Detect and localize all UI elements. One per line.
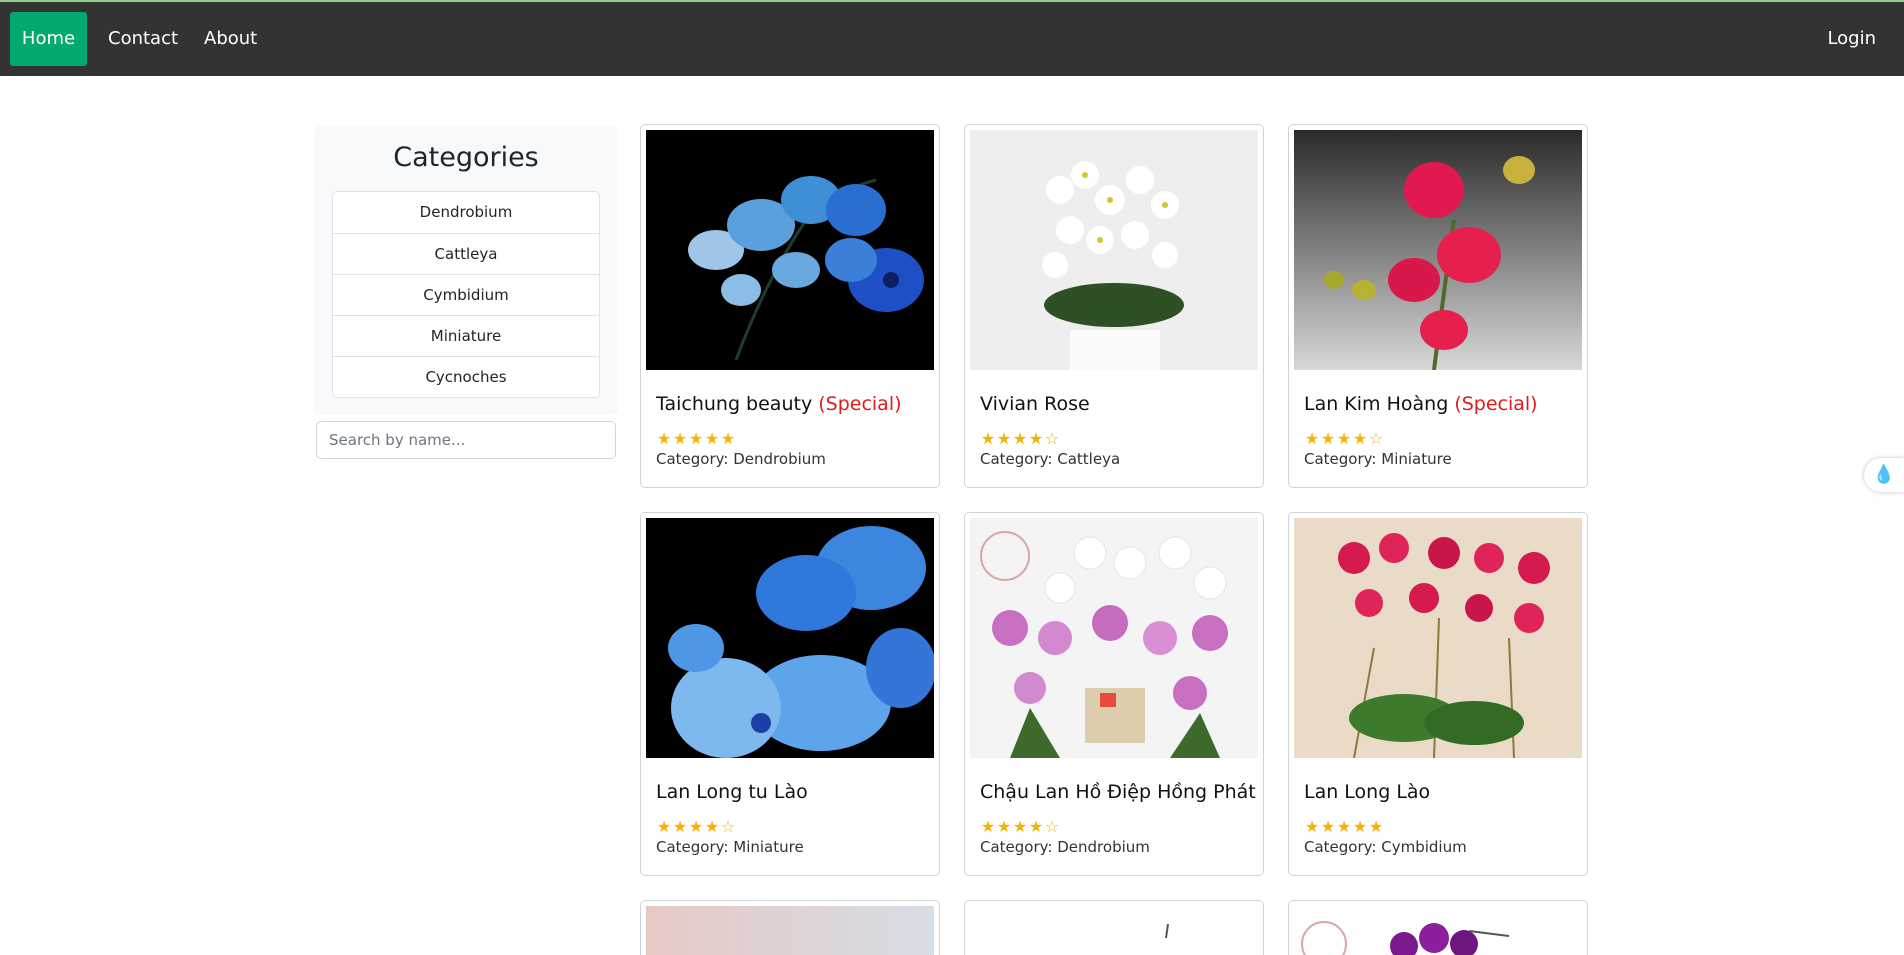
star-full-icon: ★ xyxy=(1028,817,1044,836)
star-full-icon: ★ xyxy=(996,429,1012,448)
product-card[interactable]: Lan Long tu Lào ★ ★ ★ ★ ☆ Category: Miniatur… xyxy=(640,512,940,876)
product-card[interactable] xyxy=(640,900,940,955)
product-image[interactable] xyxy=(646,518,934,758)
star-full-icon: ★ xyxy=(980,817,996,836)
product-title[interactable]: Lan Long Lào xyxy=(1304,781,1430,803)
star-full-icon: ★ xyxy=(656,817,672,836)
product-category: Category: Cattleya xyxy=(980,450,1121,468)
product-image[interactable] xyxy=(970,130,1258,370)
star-full-icon: ★ xyxy=(1304,429,1320,448)
navbar: Home Contact About Login xyxy=(0,2,1904,76)
product-title[interactable]: Taichung beauty (Special) xyxy=(656,393,902,415)
product-name[interactable]: Chậu Lan Hồ Điệp Hồng Phát xyxy=(980,781,1256,803)
product-image[interactable] xyxy=(970,906,1258,955)
rating-stars: ★ ★ ★ ★ ☆ xyxy=(980,817,1060,836)
product-card[interactable]: Vivian Rose ★ ★ ★ ★ ☆ Category: Cattleya xyxy=(964,124,1264,488)
product-card[interactable]: Chậu Lan Hồ Điệp Hồng Phát ★ ★ ★ ★ ☆ Categor… xyxy=(964,512,1264,876)
product-category: Category: Cymbidium xyxy=(1304,838,1467,856)
star-full-icon: ★ xyxy=(688,429,704,448)
product-name[interactable]: Lan Long tu Lào xyxy=(656,781,808,803)
rating-stars: ★ ★ ★ ★ ☆ xyxy=(656,817,736,836)
product-title[interactable]: Chậu Lan Hồ Điệp Hồng Phát xyxy=(980,781,1256,803)
star-full-icon: ★ xyxy=(996,817,1012,836)
star-full-icon: ★ xyxy=(656,429,672,448)
product-title[interactable]: Lan Long tu Lào xyxy=(656,781,808,803)
category-item-cycnoches[interactable]: Cycnoches xyxy=(333,356,599,397)
star-full-icon: ★ xyxy=(1336,429,1352,448)
product-card[interactable] xyxy=(1288,900,1588,955)
category-item-cymbidium[interactable]: Cymbidium xyxy=(333,274,599,315)
star-full-icon: ★ xyxy=(688,817,704,836)
product-card[interactable]: Taichung beauty (Special) ★ ★ ★ ★ ★ Category… xyxy=(640,124,940,488)
categories-panel: Categories Dendrobium Cattleya Cymbidium… xyxy=(314,126,618,415)
rating-stars: ★ ★ ★ ★ ☆ xyxy=(980,429,1060,448)
rating-stars: ★ ★ ★ ★ ★ xyxy=(656,429,736,448)
star-full-icon: ★ xyxy=(704,429,720,448)
star-full-icon: ★ xyxy=(704,817,720,836)
star-half-icon: ☆ xyxy=(1044,429,1060,448)
floating-action-button[interactable]: 💧 xyxy=(1864,458,1904,492)
categories-title: Categories xyxy=(393,142,539,173)
star-full-icon: ★ xyxy=(720,429,736,448)
product-name[interactable]: Taichung beauty xyxy=(656,393,812,415)
star-half-icon: ☆ xyxy=(1368,429,1384,448)
product-title[interactable]: Vivian Rose xyxy=(980,393,1090,415)
star-full-icon: ★ xyxy=(1304,817,1320,836)
star-full-icon: ★ xyxy=(672,429,688,448)
star-full-icon: ★ xyxy=(980,429,996,448)
star-full-icon: ★ xyxy=(1320,817,1336,836)
product-image[interactable] xyxy=(646,906,934,955)
product-image[interactable] xyxy=(1294,518,1582,758)
special-tag: (Special) xyxy=(1454,393,1538,415)
star-full-icon: ★ xyxy=(1336,817,1352,836)
special-tag: (Special) xyxy=(818,393,902,415)
nav-home-link[interactable]: Home xyxy=(10,12,87,66)
product-card[interactable] xyxy=(964,900,1264,955)
rating-stars: ★ ★ ★ ★ ★ xyxy=(1304,817,1384,836)
star-full-icon: ★ xyxy=(1028,429,1044,448)
nav-about-link[interactable]: About xyxy=(188,12,273,66)
product-category: Category: Dendrobium xyxy=(656,450,826,468)
search-input[interactable] xyxy=(316,421,616,459)
product-image[interactable] xyxy=(1294,906,1582,955)
product-card[interactable]: Lan Kim Hoàng (Special) ★ ★ ★ ★ ☆ Category: … xyxy=(1288,124,1588,488)
star-half-icon: ☆ xyxy=(1044,817,1060,836)
star-half-icon: ☆ xyxy=(720,817,736,836)
product-image[interactable] xyxy=(646,130,934,370)
category-item-dendrobium[interactable]: Dendrobium xyxy=(333,192,599,233)
nav-login-link[interactable]: Login xyxy=(1811,12,1892,66)
product-category: Category: Miniature xyxy=(1304,450,1452,468)
rating-stars: ★ ★ ★ ★ ☆ xyxy=(1304,429,1384,448)
star-full-icon: ★ xyxy=(1012,429,1028,448)
product-name[interactable]: Vivian Rose xyxy=(980,393,1090,415)
star-full-icon: ★ xyxy=(1320,429,1336,448)
star-full-icon: ★ xyxy=(1368,817,1384,836)
star-full-icon: ★ xyxy=(1352,429,1368,448)
nav-contact-link[interactable]: Contact xyxy=(92,12,194,66)
product-image[interactable] xyxy=(970,518,1258,758)
product-title[interactable]: Lan Kim Hoàng (Special) xyxy=(1304,393,1538,415)
product-image[interactable] xyxy=(1294,130,1582,370)
product-card[interactable]: Lan Long Lào ★ ★ ★ ★ ★ Category: Cymbidium xyxy=(1288,512,1588,876)
product-category: Category: Miniature xyxy=(656,838,804,856)
product-name[interactable]: Lan Long Lào xyxy=(1304,781,1430,803)
categories-list: Dendrobium Cattleya Cymbidium Miniature … xyxy=(332,191,600,398)
category-item-cattleya[interactable]: Cattleya xyxy=(333,233,599,274)
water-drop-icon: 💧 xyxy=(1872,464,1896,485)
star-full-icon: ★ xyxy=(1352,817,1368,836)
star-full-icon: ★ xyxy=(672,817,688,836)
product-category: Category: Dendrobium xyxy=(980,838,1150,856)
star-full-icon: ★ xyxy=(1012,817,1028,836)
product-name[interactable]: Lan Kim Hoàng xyxy=(1304,393,1448,415)
category-item-miniature[interactable]: Miniature xyxy=(333,315,599,356)
